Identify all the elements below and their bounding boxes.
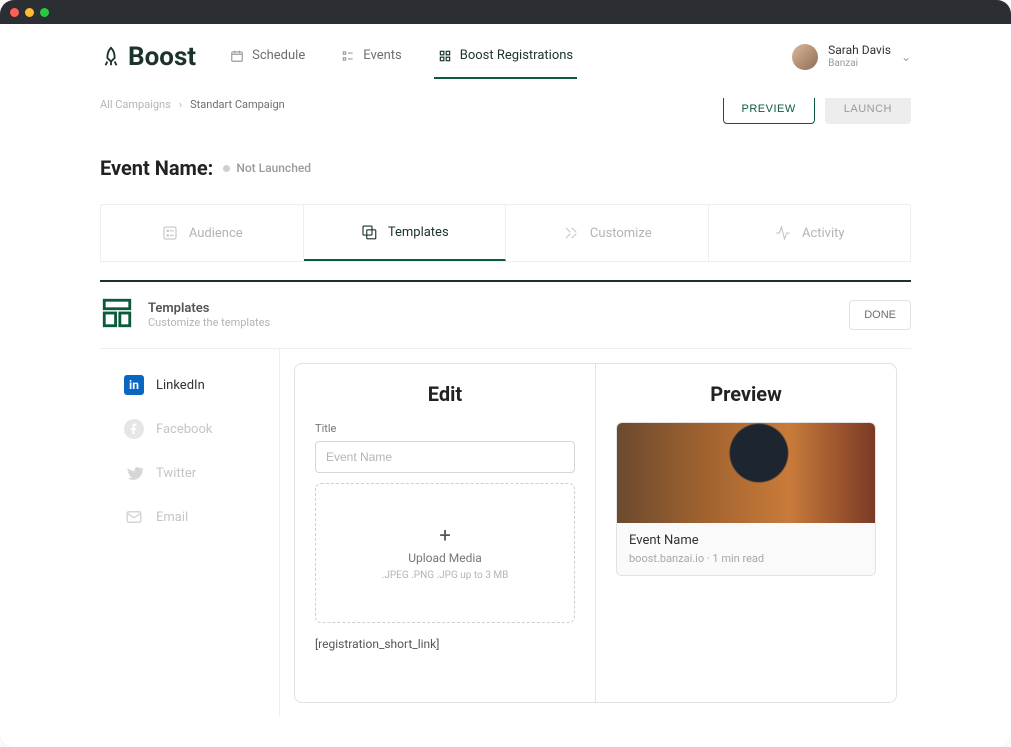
status-dot-icon [223,165,230,172]
user-menu[interactable]: Sarah Davis Banzai ⌄ [792,44,971,70]
activity-icon [774,224,792,242]
upload-label: Upload Media [408,551,482,565]
facebook-icon [124,419,144,439]
preview-subtitle: boost.banzai.io · 1 min read [629,552,863,565]
twitter-icon [124,463,144,483]
rocket-icon [100,46,122,68]
channel-linkedin-label: LinkedIn [156,378,205,393]
linkedin-icon: in [124,375,144,395]
channel-linkedin[interactable]: in LinkedIn [100,363,279,407]
event-name-label: Event Name: [100,156,213,180]
preview-card: Event Name boost.banzai.io · 1 min read [616,422,876,576]
nav-registrations-label: Boost Registrations [460,48,573,63]
user-name: Sarah Davis [828,44,891,57]
minimize-window-icon[interactable] [25,8,34,17]
section-title: Templates [148,301,270,316]
tab-customize[interactable]: Customize [506,205,709,261]
tab-templates-label: Templates [388,225,449,240]
upload-hint: .JPEG .PNG .JPG up to 3 MB [382,569,509,583]
tab-activity-label: Activity [802,226,845,241]
channel-list: in LinkedIn Facebook Twitter Email [100,349,280,717]
nav-events[interactable]: Events [337,34,405,79]
templates-icon [360,223,378,241]
status-text: Not Launched [236,161,311,175]
done-button[interactable]: DONE [849,300,911,330]
preview-column: Preview Event Name boost.banzai.io · 1 m… [596,364,896,702]
channel-twitter[interactable]: Twitter [100,451,279,495]
nav-schedule-label: Schedule [252,48,305,63]
workflow-tabs: Audience Templates Customize Activity [100,204,911,262]
title-input[interactable] [315,441,575,473]
maximize-window-icon[interactable] [40,8,49,17]
customize-icon [562,224,580,242]
email-icon [124,507,144,527]
launch-button[interactable]: LAUNCH [825,98,911,124]
user-org: Banzai [828,58,891,69]
preview-title: Event Name [629,533,863,548]
channel-email[interactable]: Email [100,495,279,539]
tab-audience-label: Audience [189,226,243,241]
status-badge: Not Launched [223,161,311,175]
nav-schedule[interactable]: Schedule [226,34,309,79]
preview-image [617,423,875,523]
channel-facebook[interactable]: Facebook [100,407,279,451]
avatar [792,44,818,70]
breadcrumb: All Campaigns › Standart Campaign [100,98,723,111]
shortlink-token: [registration_short_link] [315,637,575,651]
title-label: Title [315,422,575,435]
channel-email-label: Email [156,510,188,525]
breadcrumb-root[interactable]: All Campaigns [100,98,171,111]
section-subtitle: Customize the templates [148,316,270,329]
preview-button[interactable]: PREVIEW [723,98,815,124]
brand-text: Boost [128,42,196,72]
tab-templates[interactable]: Templates [304,205,507,261]
nav-registrations[interactable]: Boost Registrations [434,34,577,79]
chevron-down-icon: ⌄ [901,50,911,64]
close-window-icon[interactable] [10,8,19,17]
brand[interactable]: Boost [40,42,196,72]
layout-icon [100,296,134,334]
window-titlebar [0,0,1011,24]
channel-facebook-label: Facebook [156,422,212,437]
channel-twitter-label: Twitter [156,466,196,481]
tab-audience[interactable]: Audience [101,205,304,261]
edit-heading: Edit [315,382,575,406]
chevron-right-icon: › [179,98,182,111]
top-nav: Boost Schedule Events Boost Registration… [0,24,1011,80]
breadcrumb-current: Standart Campaign [190,98,285,111]
list-icon [341,49,355,63]
edit-column: Edit Title + Upload Media .JPEG .PNG .JP… [295,364,596,702]
calendar-icon [230,49,244,63]
preview-heading: Preview [616,382,876,406]
grid-icon [438,49,452,63]
nav-events-label: Events [363,48,401,63]
tab-activity[interactable]: Activity [709,205,911,261]
tab-customize-label: Customize [590,226,652,241]
upload-dropzone[interactable]: + Upload Media .JPEG .PNG .JPG up to 3 M… [315,483,575,623]
plus-icon: + [439,523,450,547]
audience-icon [161,224,179,242]
